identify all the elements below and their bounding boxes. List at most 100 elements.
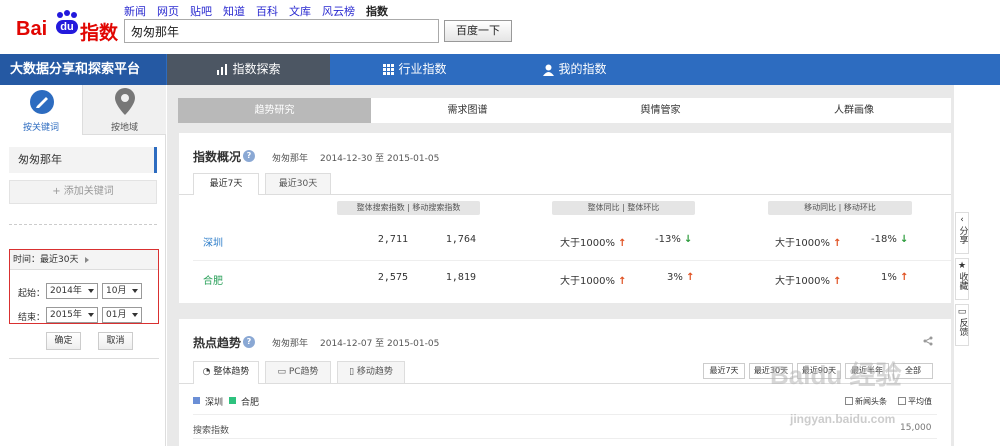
watermark-main: Baidu 经验	[770, 360, 902, 390]
trend-range: 2014-12-07 至 2015-01-05	[320, 339, 440, 349]
comment-icon: ▭	[957, 307, 967, 317]
topnav-wenku[interactable]: 文库	[289, 3, 311, 18]
average-checkbox[interactable]	[898, 397, 906, 405]
header-search-mobile: 整体搜索指数 | 移动搜索指数	[337, 201, 480, 215]
confirm-button[interactable]: 确定	[46, 332, 81, 350]
row-search-index: 2,575	[377, 272, 408, 283]
nav-my-index[interactable]: 我的指数	[500, 54, 650, 85]
nav-industry-index[interactable]: 行业指数	[330, 54, 500, 85]
row-yoy: 大于1000% ↑	[560, 272, 627, 287]
legend-shenzhen[interactable]: 深圳	[205, 395, 223, 408]
tab-underline	[179, 194, 951, 195]
pie-icon: ◔	[202, 367, 211, 377]
end-month-value: 01月	[106, 310, 127, 320]
legend-swatch-shenzhen	[193, 397, 200, 404]
end-label: 结束：	[18, 313, 46, 323]
start-year-select[interactable]: 2014年	[46, 283, 98, 299]
share-tool[interactable]: ‹ 分享	[955, 212, 969, 254]
tab-by-keyword[interactable]: 按关键词	[0, 85, 83, 135]
tab-last-30-days[interactable]: 最近30天	[265, 173, 331, 194]
tab-mobile-trend[interactable]: ▯ 移动趋势	[337, 361, 405, 383]
row-divider	[193, 260, 951, 261]
watermark-url: jingyan.baidu.com	[790, 412, 896, 426]
row-city[interactable]: 合肥	[203, 272, 223, 287]
news-checkbox-label: 新闻头条	[855, 397, 887, 406]
topnav-web[interactable]: 网页	[157, 3, 179, 18]
nav-explore-label: 指数探索	[232, 62, 281, 76]
row-yoy-value: 大于1000%	[560, 238, 615, 249]
tab-demand-graph[interactable]: 需求图谱	[371, 98, 564, 123]
header-mmom: 移动环比	[843, 203, 876, 212]
row-mmom: 1% ↑	[881, 272, 908, 283]
tab-trend-research[interactable]: 趋势研究	[178, 98, 371, 123]
tab-last-7-days[interactable]: 最近7天	[193, 173, 259, 195]
end-year-value: 2015年	[50, 310, 82, 320]
range-7-days[interactable]: 最近7天	[703, 363, 745, 379]
sidebar-divider	[9, 358, 159, 359]
header-overall-compare: 整体同比 | 整体环比	[552, 201, 695, 215]
row-mobile-index: 1,819	[445, 272, 476, 283]
nav-mine-label: 我的指数	[558, 62, 607, 76]
legend-hefei[interactable]: 合肥	[241, 395, 259, 408]
sidebar-divider	[9, 224, 157, 225]
topnav-tieba[interactable]: 贴吧	[190, 3, 212, 18]
feedback-tool[interactable]: ▭ 反馈	[955, 304, 969, 346]
start-month-select[interactable]: 10月	[102, 283, 142, 299]
platform-title: 大数据分享和探索平台	[0, 54, 166, 85]
tab-sentiment[interactable]: 舆情管家	[564, 98, 757, 123]
topnav-news[interactable]: 新闻	[124, 3, 146, 18]
tab-pc-trend[interactable]: ▭ PC趋势	[265, 361, 331, 383]
header-mom: 整体环比	[627, 203, 660, 212]
time-header-label: 时间：最近30天	[13, 255, 79, 265]
topnav-zhidao[interactable]: 知道	[223, 3, 245, 18]
start-year-value: 2014年	[50, 286, 82, 296]
header-search: 整体搜索指数	[356, 203, 405, 212]
tab-by-region[interactable]: 按地域	[83, 85, 166, 135]
nav-index-explore[interactable]: 指数探索	[167, 54, 330, 85]
search-button[interactable]: 百度一下	[444, 20, 512, 42]
keyword-item[interactable]: 匆匆那年	[9, 147, 157, 173]
news-checkbox[interactable]	[845, 397, 853, 405]
right-tools: ‹ 分享 ★ 收藏 ▭ 反馈	[955, 212, 969, 346]
favorite-tool[interactable]: ★ 收藏	[955, 258, 969, 300]
help-icon[interactable]: ?	[243, 336, 255, 348]
tab-audience[interactable]: 人群画像	[757, 98, 951, 123]
arrow-up-icon: ↑	[686, 272, 695, 283]
overview-range: 2014-12-30 至 2015-01-05	[320, 154, 440, 164]
arrow-down-icon: ↓	[900, 234, 909, 245]
header-myoy: 移动同比	[804, 203, 837, 212]
tab-overall-trend[interactable]: ◔ 整体趋势	[193, 361, 259, 384]
help-icon[interactable]: ?	[243, 150, 255, 162]
row-myoy: 大于1000% ↑	[775, 234, 842, 249]
logo-bai: Bai	[16, 18, 48, 40]
dropdown-arrow-icon	[132, 289, 138, 296]
cancel-button[interactable]: 取消	[98, 332, 133, 350]
row-mobile-index: 1,764	[445, 234, 476, 245]
add-keyword-button[interactable]: + 添加关键词	[9, 180, 157, 204]
end-month-select[interactable]: 01月	[102, 307, 142, 323]
dropdown-arrow-icon	[88, 289, 94, 296]
search-input[interactable]: 匆匆那年	[124, 19, 439, 43]
arrow-up-icon: ↑	[900, 272, 909, 283]
time-selector-header[interactable]: 时间：最近30天	[10, 250, 158, 270]
dropdown-arrow-icon	[132, 313, 138, 320]
share-icon[interactable]	[923, 336, 933, 346]
end-year-select[interactable]: 2015年	[46, 307, 98, 323]
row-search-index: 2,711	[377, 234, 408, 245]
favorite-tool-label: 收藏	[957, 272, 968, 290]
baidu-index-logo[interactable]: Bai du 指数	[16, 10, 121, 46]
pencil-circle-icon	[30, 90, 54, 114]
y-axis-max: 15,000	[900, 423, 932, 433]
topnav-baike[interactable]: 百科	[256, 3, 278, 18]
topnav-fengyunbang[interactable]: 风云榜	[322, 3, 355, 18]
star-icon: ★	[957, 261, 967, 271]
topnav-index[interactable]: 指数	[366, 3, 388, 18]
nav-industry-label: 行业指数	[398, 62, 447, 76]
overview-title: 指数概况	[193, 150, 242, 164]
feedback-tool-label: 反馈	[957, 318, 968, 336]
phone-icon: ▯	[349, 367, 355, 377]
chevron-left-icon: ‹	[960, 215, 964, 225]
row-city[interactable]: 深圳	[203, 234, 223, 249]
start-label: 起始：	[18, 289, 46, 299]
user-icon	[543, 64, 555, 76]
